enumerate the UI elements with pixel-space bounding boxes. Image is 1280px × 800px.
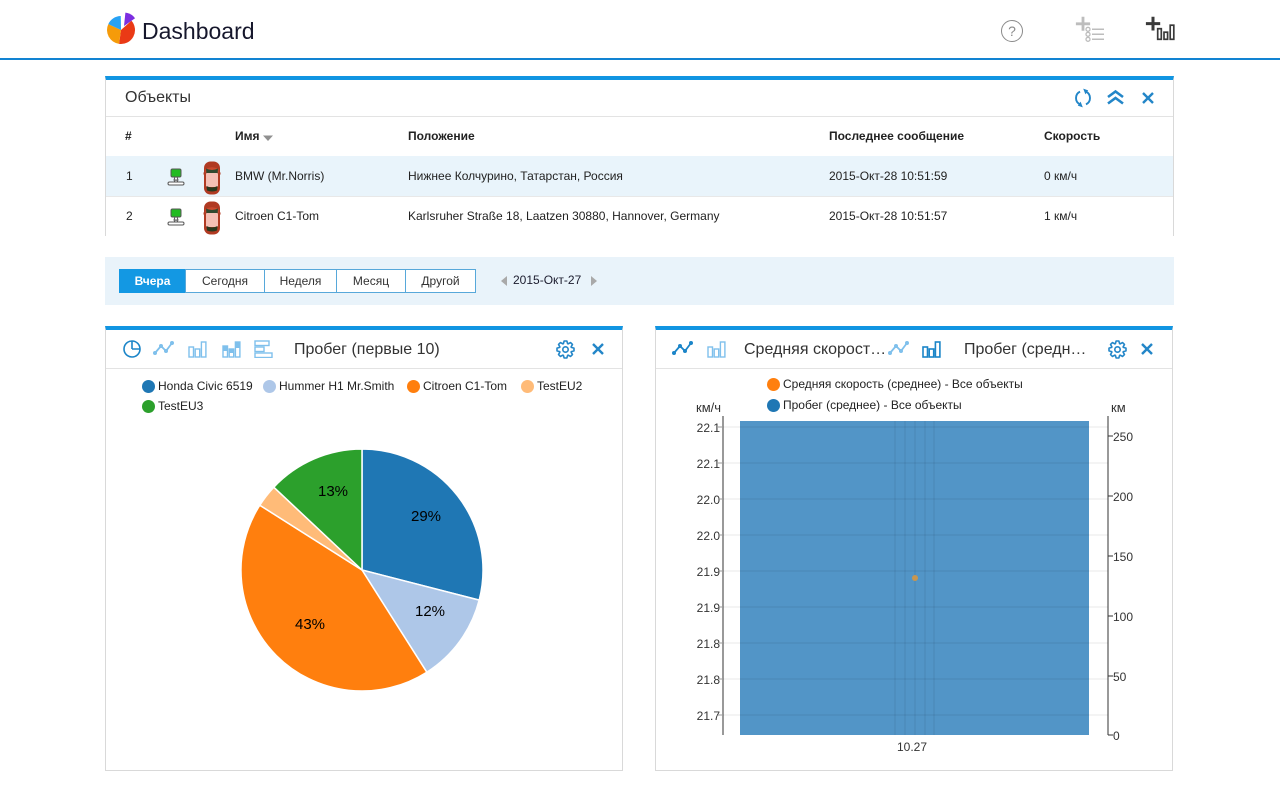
svg-text:100: 100 [1113, 610, 1133, 624]
svg-text:22.0: 22.0 [697, 493, 721, 507]
svg-text:200: 200 [1113, 490, 1133, 504]
svg-text:43%: 43% [295, 616, 325, 633]
svg-text:22.0: 22.0 [697, 529, 721, 543]
svg-text:250: 250 [1113, 430, 1133, 444]
svg-text:0: 0 [1113, 729, 1120, 743]
svg-text:21.8: 21.8 [697, 637, 721, 651]
svg-text:21.9: 21.9 [697, 601, 721, 615]
svg-text:22.1: 22.1 [697, 421, 721, 435]
svg-text:21.7: 21.7 [697, 709, 721, 723]
svg-text:50: 50 [1113, 670, 1127, 684]
svg-text:21.8: 21.8 [697, 673, 721, 687]
svg-text:150: 150 [1113, 550, 1133, 564]
svg-text:21.9: 21.9 [697, 565, 721, 579]
svg-text:13%: 13% [318, 483, 348, 500]
svg-text:22.1: 22.1 [697, 457, 721, 471]
svg-text:12%: 12% [415, 603, 445, 620]
svg-text:29%: 29% [411, 508, 441, 525]
svg-text:10.27: 10.27 [897, 740, 927, 754]
